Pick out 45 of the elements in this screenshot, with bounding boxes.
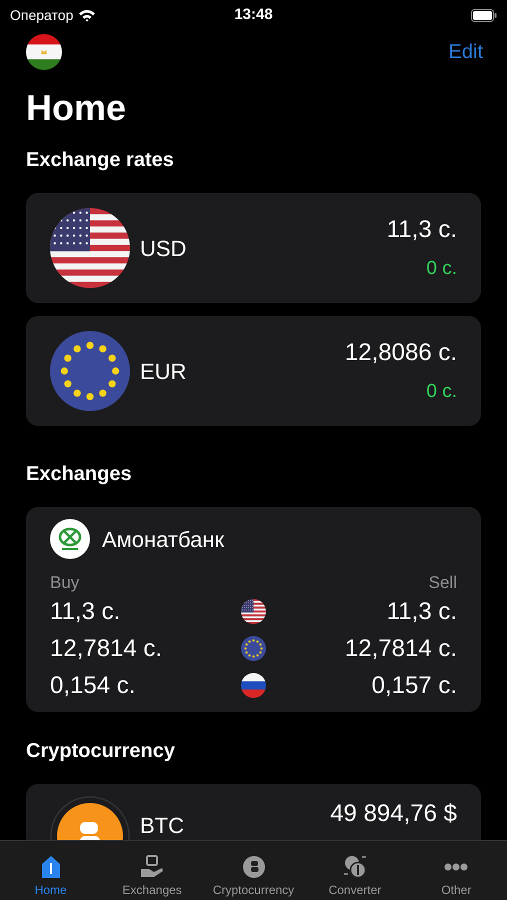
flag-icon — [241, 673, 266, 698]
tab-button[interactable]: Other — [406, 841, 507, 900]
more-icon — [444, 863, 468, 871]
rate-change: 0 с. — [426, 381, 457, 403]
section-heading: Cryptocurrency — [25, 739, 176, 763]
section-heading: Exchanges — [25, 462, 133, 486]
buy-rate: 12,7814 с. — [50, 634, 162, 664]
edit-button[interactable]: Edit — [448, 37, 483, 67]
coins-icon — [342, 854, 367, 880]
tab-button[interactable]: Cryptocurrency — [202, 841, 304, 900]
rate-value: 11,3 с. — [386, 216, 457, 244]
flag-icon — [241, 636, 266, 661]
rate-change: 0 с. — [426, 258, 457, 280]
flag-icon — [50, 208, 130, 288]
hand-icon — [140, 854, 164, 880]
battery-icon — [471, 8, 497, 22]
flag-icon — [26, 34, 62, 70]
carrier-name: Оператор — [10, 6, 74, 25]
crypto-price: 49 894,76 $ — [330, 800, 457, 828]
bank-logo-icon — [50, 519, 90, 559]
column-label: Sell — [428, 573, 457, 593]
rate-card[interactable]: USD 11,3 с. 0 с. — [26, 193, 481, 303]
sell-rate: 0,157 с. — [372, 670, 457, 700]
column-label: Buy — [50, 573, 80, 593]
buy-rate: 11,3 с. — [50, 596, 120, 626]
currency-code: USD — [140, 234, 188, 262]
sell-rate: 11,3 с. — [386, 596, 457, 626]
coin-icon — [242, 854, 266, 880]
bank-card[interactable]: Амонатбанк Buy Sell 11,3 с. 11,3 с. 12,7814 с. 12,7814 с. 0,154 с. 0,157 с. — [26, 507, 481, 712]
clock-time: 13:48 — [234, 4, 273, 25]
section-heading: Exchange rates — [25, 148, 175, 172]
bank-name: Амонатбанк — [102, 526, 224, 554]
buy-rate: 0,154 с. — [50, 670, 136, 700]
crypto-card[interactable]: BTC 49 894,76 $ — [26, 784, 481, 840]
flag-icon — [241, 599, 266, 624]
page-title: Home — [25, 88, 128, 128]
tab-button[interactable]: Home — [0, 841, 102, 900]
rate-value: 12,8086 с. — [344, 339, 457, 367]
wifi-icon — [78, 8, 96, 22]
sell-rate: 12,7814 с. — [344, 634, 457, 664]
currency-code: BTC — [140, 814, 185, 838]
currency-code: EUR — [140, 358, 188, 386]
rate-card[interactable]: EUR 12,8086 с. 0 с. — [26, 316, 481, 426]
tab-button[interactable]: Exchanges — [101, 841, 203, 900]
tab-button[interactable]: Converter — [304, 841, 406, 900]
